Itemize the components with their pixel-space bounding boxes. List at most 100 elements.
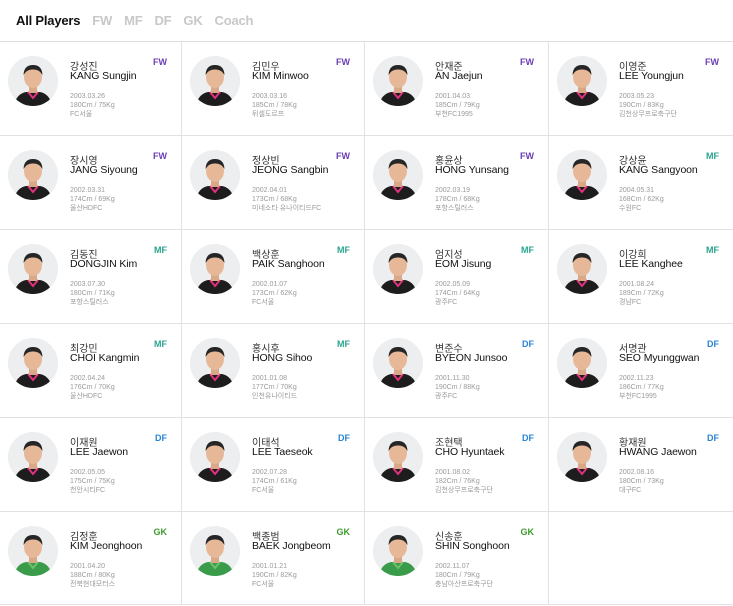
player-card[interactable]: 홍윤상 HONG Yunsang FW 2002.03.19 178Cm / 68Kg 포… (365, 136, 549, 230)
player-card[interactable]: 최강민 CHOI Kangmin MF 2002.04.24 176Cm / 70Kg 울… (0, 324, 182, 418)
player-card[interactable]: 이재원 LEE Jaewon DF 2002.05.05 175Cm / 75Kg 천안시… (0, 418, 182, 512)
club-name: 전북현대모터스 (70, 581, 116, 588)
club-name: 부천FC1995 (619, 393, 657, 400)
player-card[interactable]: 이태석 LEE Taeseok DF 2002.07.28 174Cm / 61Kg FC… (182, 418, 365, 512)
player-info: 2002.07.28 174Cm / 61Kg FC서울 (252, 468, 297, 495)
player-photo (8, 432, 58, 482)
player-card[interactable]: 백종범 BAEK Jongbeom GK 2001.01.21 190Cm / 82Kg… (182, 512, 365, 605)
player-info: 2002.04.01 173Cm / 68Kg 미네소타 유나이티드FC (252, 186, 321, 213)
club-name: 미네소타 유나이티드FC (252, 205, 322, 212)
height-weight: 176Cm / 70Kg (70, 384, 115, 391)
player-photo (190, 244, 240, 294)
height-weight: 168Cm / 62Kg (619, 196, 664, 203)
player-card[interactable]: 강상윤 KANG Sangyoon MF 2004.05.31 168Cm / 62Kg… (549, 136, 733, 230)
player-english-name: AN Jaejun (435, 70, 483, 82)
player-english-name: LEE Taeseok (252, 446, 313, 458)
height-weight: 185Cm / 78Kg (252, 102, 297, 109)
player-card[interactable]: 강성진 KANG Sungjin FW 2003.03.26 180Cm / 75Kg F… (0, 42, 182, 136)
player-info: 2002.05.05 175Cm / 75Kg 천안시티FC (70, 468, 115, 495)
club-name: 포항스틸러스 (70, 299, 109, 306)
position-badge: GK (336, 527, 351, 537)
player-info: 2001.04.20 188Cm / 80Kg 전북현대모터스 (70, 562, 115, 589)
height-weight: 186Cm / 77Kg (619, 384, 664, 391)
birth-date: 2002.08.16 (619, 469, 655, 476)
player-card[interactable]: 이강희 LEE Kanghee MF 2001.08.24 189Cm / 72Kg 경남… (549, 230, 733, 324)
club-name: 천안시티FC (70, 487, 106, 494)
player-card[interactable]: 김동진 DONGJIN Kim MF 2003.07.30 180Cm / 71Kg 포항… (0, 230, 182, 324)
height-weight: 177Cm / 70Kg (252, 384, 297, 391)
player-card[interactable]: 엄지성 EOM Jisung MF 2002.05.09 174Cm / 64Kg 광주F… (365, 230, 549, 324)
player-english-name: HWANG Jaewon (619, 446, 697, 458)
position-badge: FW (153, 151, 167, 161)
position-badge: FW (336, 57, 350, 67)
club-name: 인천유나이티드 (252, 393, 298, 400)
height-weight: 178Cm / 68Kg (435, 196, 480, 203)
player-card[interactable]: 황재원 HWANG Jaewon DF 2002.08.16 180Cm / 73Kg 대… (549, 418, 733, 512)
tab-gk[interactable]: GK (183, 13, 202, 28)
player-english-name: JANG Siyoung (70, 164, 138, 176)
player-photo (8, 56, 58, 106)
player-card[interactable]: 홍시후 HONG Sihoo MF 2001.01.08 177Cm / 70Kg 인천유… (182, 324, 365, 418)
tab-coach[interactable]: Coach (215, 13, 254, 28)
player-card[interactable]: 김정훈 KIM Jeonghoon GK 2001.04.20 188Cm / 80Kg… (0, 512, 182, 605)
player-info: 2002.08.16 180Cm / 73Kg 대구FC (619, 468, 664, 495)
position-badge: GK (153, 527, 168, 537)
tab-mf[interactable]: MF (124, 13, 143, 28)
position-badge: FW (520, 151, 534, 161)
height-weight: 190Cm / 88Kg (435, 384, 480, 391)
birth-date: 2001.04.20 (70, 563, 106, 570)
player-english-name: KIM Minwoo (252, 70, 309, 82)
player-card[interactable]: 변준수 BYEON Junsoo DF 2001.11.30 190Cm / 88Kg 광… (365, 324, 549, 418)
position-badge: MF (521, 245, 534, 255)
player-photo (557, 244, 607, 294)
position-badge: FW (520, 57, 534, 67)
birth-date: 2001.11.30 (435, 375, 470, 382)
club-name: 광주FC (435, 299, 458, 306)
player-card[interactable]: 김민우 KIM Minwoo FW 2003.03.16 185Cm / 78Kg 뒤셀도… (182, 42, 365, 136)
player-photo (190, 56, 240, 106)
birth-date: 2002.05.05 (70, 469, 106, 476)
player-english-name: DONGJIN Kim (70, 258, 138, 270)
height-weight: 190Cm / 82Kg (252, 572, 297, 579)
player-card[interactable]: 안재준 AN Jaejun FW 2001.04.03 185Cm / 79Kg 부천FC… (365, 42, 549, 136)
tab-all-players[interactable]: All Players (16, 13, 80, 28)
club-name: FC서울 (70, 111, 93, 118)
player-card[interactable]: 서명관 SEO Myunggwan DF 2002.11.23 186Cm / 77Kg… (549, 324, 733, 418)
height-weight: 185Cm / 79Kg (435, 102, 480, 109)
player-info: 2001.08.24 189Cm / 72Kg 경남FC (619, 280, 664, 307)
player-card[interactable]: 정상빈 JEONG Sangbin FW 2002.04.01 173Cm / 68Kg… (182, 136, 365, 230)
tab-fw[interactable]: FW (92, 13, 112, 28)
player-english-name: SEO Myunggwan (619, 352, 700, 364)
position-badge: MF (154, 245, 167, 255)
player-info: 2001.04.03 185Cm / 79Kg 부천FC1995 (435, 92, 480, 119)
player-card[interactable]: 장시영 JANG Siyoung FW 2002.03.31 174Cm / 69Kg 울… (0, 136, 182, 230)
player-info: 2002.01.07 173Cm / 62Kg FC서울 (252, 280, 297, 307)
player-card[interactable]: 백상훈 PAIK Sanghoon MF 2002.01.07 173Cm / 62Kg… (182, 230, 365, 324)
player-card[interactable]: 신송훈 SHIN Songhoon GK 2002.11.07 180Cm / 79Kg… (365, 512, 549, 605)
player-info: 2003.07.30 180Cm / 71Kg 포항스틸러스 (70, 280, 115, 307)
player-photo (190, 526, 240, 576)
player-photo (8, 150, 58, 200)
height-weight: 180Cm / 75Kg (70, 102, 115, 109)
birth-date: 2002.01.07 (252, 281, 288, 288)
player-photo (373, 338, 423, 388)
birth-date: 2003.05.23 (619, 93, 655, 100)
player-info: 2004.05.31 168Cm / 62Kg 수원FC (619, 186, 664, 213)
tab-df[interactable]: DF (154, 13, 171, 28)
position-badge: FW (336, 151, 350, 161)
player-info: 2001.08.02 182Cm / 76Kg 김천상무프로축구단 (435, 468, 493, 495)
player-english-name: EOM Jisung (435, 258, 492, 270)
player-card[interactable]: 이영준 LEE Youngjun FW 2003.05.23 190Cm / 83Kg 김… (549, 42, 733, 136)
player-info: 2003.03.16 185Cm / 78Kg 뒤셀도르프 (252, 92, 297, 119)
position-badge: DF (155, 433, 167, 443)
player-english-name: HONG Yunsang (435, 164, 509, 176)
club-name: 김천상무프로축구단 (435, 487, 493, 494)
player-english-name: LEE Kanghee (619, 258, 683, 270)
club-name: 수원FC (619, 205, 642, 212)
empty-slot (549, 512, 733, 605)
height-weight: 190Cm / 83Kg (619, 102, 664, 109)
birth-date: 2002.03.31 (70, 187, 106, 194)
birth-date: 2003.07.30 (70, 281, 106, 288)
position-badge: MF (154, 339, 167, 349)
player-card[interactable]: 조현택 CHO Hyuntaek DF 2001.08.02 182Cm / 76Kg 김… (365, 418, 549, 512)
